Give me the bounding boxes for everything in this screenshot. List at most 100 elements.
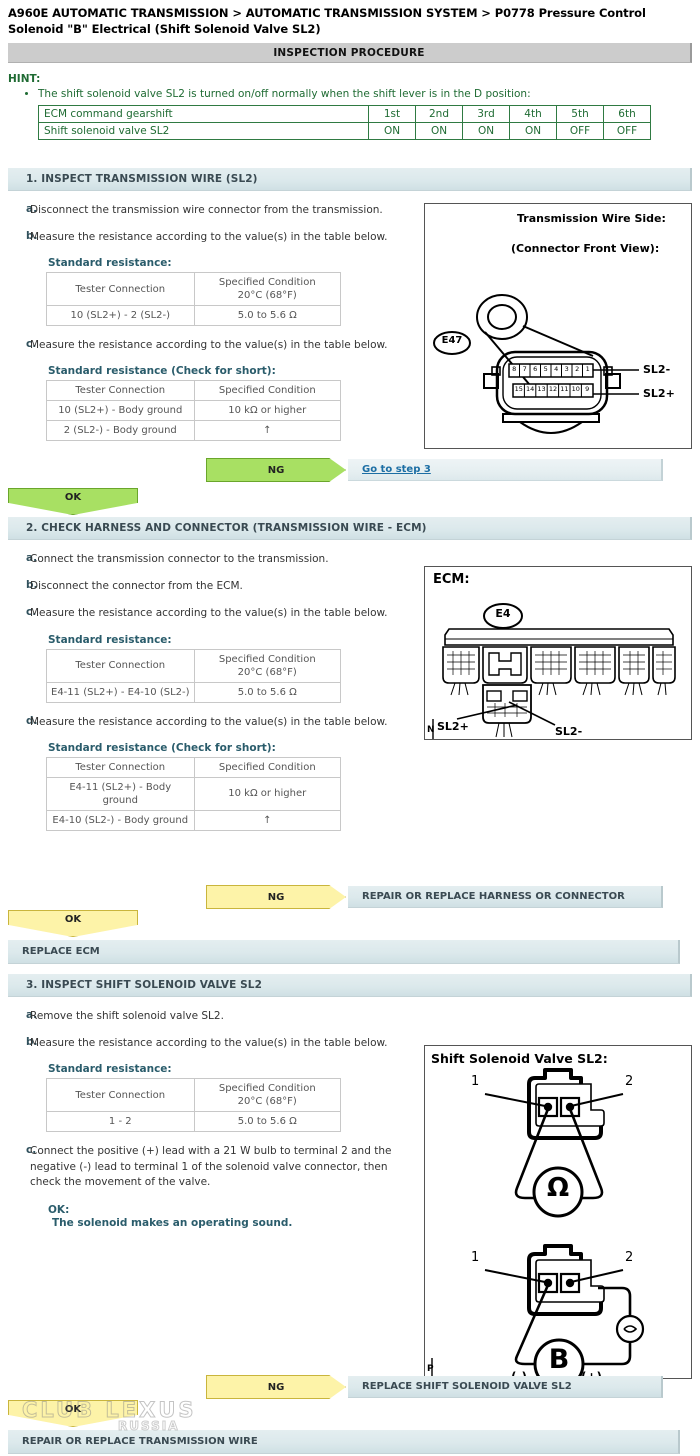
- col-header-tester: Tester Connection: [46, 1078, 195, 1113]
- figure-label-sl2-plus: SL2+: [643, 386, 675, 400]
- table-row: 1 - 2 5.0 to 5.6 Ω: [46, 1111, 342, 1133]
- table-row: Tester Connection Specified Condition: [46, 756, 342, 778]
- pin-number: 9: [585, 384, 590, 393]
- col-header-tester: Tester Connection: [46, 272, 195, 307]
- pin-number: 2: [575, 364, 580, 373]
- step-2-item-b: b. Disconnect the connector from the ECM…: [8, 579, 415, 594]
- pin-number: 11: [560, 384, 569, 393]
- pin-label-2-upper: 2: [625, 1074, 634, 1089]
- step-1-item-c: c. Measure the resistance according to t…: [8, 338, 415, 353]
- step-1-standard-resistance-title: Standard resistance:: [48, 257, 172, 270]
- step-1-short-table: Tester Connection Specified Condition 10…: [46, 380, 342, 442]
- item-letter: a.: [26, 552, 38, 564]
- step-2-ok-arrow[interactable]: OK: [8, 910, 138, 937]
- step-2-short-table: Tester Connection Specified Condition E4…: [46, 756, 342, 831]
- cell-tester: 2 (SL2-) - Body ground: [46, 420, 195, 442]
- condition-line2: 20°C (68°F): [237, 1096, 297, 1108]
- hint-cell: 3rd: [462, 104, 510, 123]
- hint-cell: ON: [462, 121, 510, 140]
- step-1-ng-result-banner[interactable]: Go to step 3: [348, 459, 663, 481]
- step-3-header: 3. INSPECT SHIFT SOLENOID VALVE SL2: [8, 974, 692, 997]
- item-text: Measure the resistance according to the …: [30, 607, 388, 620]
- step-3-ok-result-banner: REPAIR OR REPLACE TRANSMISSION WIRE: [8, 1430, 680, 1454]
- step-2-item-c: c. Measure the resistance according to t…: [8, 606, 415, 621]
- condition-line2: 20°C (68°F): [237, 666, 297, 678]
- step-1-body: a. Disconnect the transmission wire conn…: [0, 202, 700, 449]
- step-2-header: 2. CHECK HARNESS AND CONNECTOR (TRANSMIS…: [8, 517, 692, 540]
- step-3-flow: NG REPLACE SHIFT SOLENOID VALVE SL2 OK R…: [0, 1375, 700, 1455]
- step-2-body: a. Connect the transmission connector to…: [0, 552, 700, 831]
- pin-label-2-lower: 2: [625, 1250, 634, 1265]
- hint-cell: OFF: [556, 121, 604, 140]
- step-3-item-c: c. Connect the positive (+) lead with a …: [8, 1144, 415, 1190]
- hint-cell: ON: [509, 121, 557, 140]
- item-text: Connect the transmission connector to th…: [30, 553, 329, 565]
- item-text: Remove the shift solenoid valve SL2.: [30, 1010, 224, 1022]
- figure-corner-mark-n: N: [427, 725, 435, 735]
- item-text: Disconnect the connector from the ECM.: [30, 580, 243, 593]
- pin-row-top: 8 7 6 5 4 3 2 1: [509, 365, 593, 373]
- col-header-tester: Tester Connection: [46, 648, 195, 683]
- step-3-standard-resistance-title: Standard resistance:: [48, 1063, 172, 1076]
- hint-bullet: The shift solenoid valve SL2 is turned o…: [38, 88, 700, 102]
- cell-condition: ↑: [193, 809, 342, 831]
- figure-transmission-wire-connector: Transmission Wire Side: (Connector Front…: [424, 202, 692, 449]
- step-3-ng-result-banner: REPLACE SHIFT SOLENOID VALVE SL2: [348, 1376, 663, 1398]
- pin-number: 14: [525, 384, 535, 393]
- figure-label-sl2-plus: SL2+: [437, 720, 469, 733]
- cell-tester: E4-11 (SL2+) - E4-10 (SL2-): [46, 681, 195, 703]
- pin-label-1-upper: 1: [471, 1074, 480, 1089]
- condition-line1: Specified Condition: [218, 653, 316, 665]
- step-2-ng-arrow[interactable]: NG: [206, 885, 346, 909]
- pin-label-1-lower: 1: [471, 1250, 480, 1265]
- condition-line1: Specified Condition: [218, 277, 316, 289]
- col-header-condition: Specified Condition: [193, 756, 342, 778]
- pin-number: 13: [537, 384, 546, 393]
- step-2-resistance-table: Tester Connection Specified Condition 20…: [46, 648, 342, 703]
- step-3-ok-label: OK:: [48, 1204, 70, 1217]
- pin-number: 8: [512, 364, 517, 373]
- step-1-ng-arrow[interactable]: NG: [206, 458, 346, 482]
- condition-line1: Specified Condition: [218, 1083, 316, 1095]
- step-2-ng-result-banner: REPAIR OR REPLACE HARNESS OR CONNECTOR: [348, 886, 663, 908]
- hint-cell: 6th: [603, 104, 651, 123]
- cell-tester: E4-10 (SL2-) - Body ground: [46, 809, 195, 831]
- item-text: Measure the resistance according to the …: [30, 339, 388, 352]
- step-1-ok-arrow[interactable]: OK: [8, 488, 138, 515]
- step-2-ok-result-banner: REPLACE ECM: [8, 940, 680, 964]
- battery-symbol: B: [548, 1344, 570, 1375]
- step-3-ng-arrow[interactable]: NG: [206, 1375, 346, 1399]
- pin-number: 6: [533, 364, 538, 373]
- cell-condition: 5.0 to 5.6 Ω: [193, 681, 342, 703]
- cell-tester: 10 (SL2+) - Body ground: [46, 400, 195, 422]
- item-letter: c.: [26, 1144, 37, 1157]
- go-to-step-3-link[interactable]: Go to step 3: [362, 464, 431, 475]
- col-header-condition: Specified Condition 20°C (68°F): [193, 272, 342, 307]
- figure-label-sl2-minus: SL2-: [555, 725, 583, 738]
- table-row: E4-11 (SL2+) - Body ground 10 kΩ or high…: [46, 776, 342, 811]
- connector-id-e4: E4: [495, 607, 511, 620]
- col-header-condition: Specified Condition 20°C (68°F): [193, 1078, 342, 1113]
- table-row: Tester Connection Specified Condition: [46, 380, 342, 402]
- hint-row-label: Shift solenoid valve SL2: [38, 121, 369, 140]
- hint-cell: ON: [368, 121, 416, 140]
- step-3-ok-arrow[interactable]: OK: [8, 1400, 138, 1427]
- item-text: Measure the resistance according to the …: [30, 1037, 388, 1050]
- cell-tester: 10 (SL2+) - 2 (SL2-): [46, 305, 195, 327]
- figure-ecm-connectors: ECM: E4 SL2+ SL2- N: [424, 566, 692, 740]
- cell-condition: 10 kΩ or higher: [193, 400, 342, 422]
- ecm-drawing: [432, 603, 676, 739]
- col-header-condition: Specified Condition 20°C (68°F): [193, 648, 342, 683]
- figure-shift-solenoid-valve: Shift Solenoid Valve SL2: 1 2 Ω 1 2 B P: [424, 1045, 692, 1384]
- cell-tester: 1 - 2: [46, 1111, 195, 1133]
- pin-number: 15: [514, 384, 523, 393]
- hint-cell: 5th: [556, 104, 604, 123]
- item-letter: b.: [26, 1036, 38, 1049]
- table-row: E4-11 (SL2+) - E4-10 (SL2-) 5.0 to 5.6 Ω: [46, 681, 342, 703]
- pin-row-bottom: 15 14 13 12 11 10 9: [513, 385, 593, 393]
- step-2: 2. CHECK HARNESS AND CONNECTOR (TRANSMIS…: [0, 517, 700, 831]
- hint-cell: 4th: [509, 104, 557, 123]
- table-row: Shift solenoid valve SL2 ON ON ON ON OFF…: [38, 121, 651, 140]
- step-1-resistance-table: Tester Connection Specified Condition 20…: [46, 272, 342, 327]
- hint-cell: ON: [415, 121, 463, 140]
